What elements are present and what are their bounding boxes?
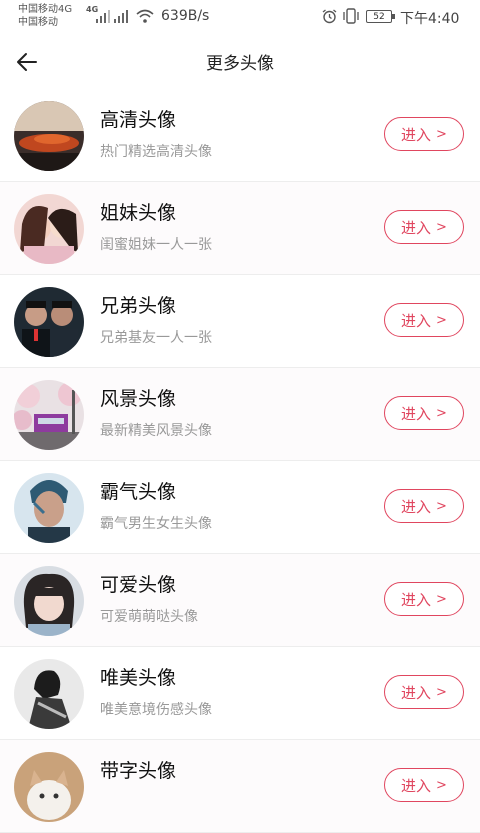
category-image — [14, 101, 84, 171]
category-name: 高清头像 — [100, 109, 177, 131]
chevron-right-icon: > — [436, 591, 447, 607]
enter-button[interactable]: 进入 > — [384, 582, 464, 616]
list-item[interactable]: 姐妹头像 闺蜜姐妹一人一张 进入 > — [0, 182, 480, 275]
enter-button-label: 进入 — [401, 683, 432, 702]
category-image — [14, 473, 84, 543]
enter-button-label: 进入 — [401, 125, 432, 144]
chevron-right-icon: > — [436, 684, 447, 700]
chevron-right-icon: > — [436, 498, 447, 514]
enter-button-label: 进入 — [401, 590, 432, 609]
list-item[interactable]: 唯美头像 唯美意境伤感头像 进入 > — [0, 647, 480, 740]
enter-button-label: 进入 — [401, 311, 432, 330]
list-item[interactable]: 高清头像 热门精选高清头像 进入 > — [0, 89, 480, 182]
category-description: 兄弟基友一人一张 — [100, 330, 212, 346]
avatar-category-list: 高清头像 热门精选高清头像 进入 > 姐妹头像 闺蜜姐妹一人一张 进入 > 兄弟头像… — [0, 89, 480, 833]
category-description: 闺蜜姐妹一人一张 — [100, 237, 212, 253]
chevron-right-icon: > — [436, 777, 447, 793]
network-speed: 639B/s — [161, 8, 210, 24]
category-name: 姐妹头像 — [100, 202, 177, 224]
enter-button-label: 进入 — [401, 404, 432, 423]
category-image — [14, 380, 84, 450]
alarm-icon — [322, 9, 337, 24]
category-name: 唯美头像 — [100, 667, 177, 689]
category-image — [14, 752, 84, 822]
category-image — [14, 659, 84, 729]
category-description: 唯美意境伤感头像 — [100, 702, 212, 718]
chevron-right-icon: > — [436, 219, 447, 235]
carrier-info: 中国移动4G 中国移动 — [18, 3, 72, 29]
status-time: 下午4:40 — [400, 11, 460, 27]
battery-icon: 52 — [366, 10, 395, 23]
enter-button-label: 进入 — [401, 497, 432, 516]
category-name: 霸气头像 — [100, 481, 177, 503]
category-description: 可爱萌萌哒头像 — [100, 609, 198, 625]
category-name: 带字头像 — [100, 760, 177, 782]
category-description: 最新精美风景头像 — [100, 423, 212, 439]
category-name: 可爱头像 — [100, 574, 177, 596]
status-bar: 中国移动4G 中国移动 4G 639B/s 52 下午4:40 — [0, 0, 480, 34]
category-name: 兄弟头像 — [100, 295, 177, 317]
enter-button-label: 进入 — [401, 218, 432, 237]
list-item[interactable]: 兄弟头像 兄弟基友一人一张 进入 > — [0, 275, 480, 368]
carrier-2: 中国移动 — [18, 17, 58, 28]
enter-button[interactable]: 进入 > — [384, 210, 464, 244]
list-item[interactable]: 风景头像 最新精美风景头像 进入 > — [0, 368, 480, 461]
category-name: 风景头像 — [100, 388, 177, 410]
enter-button[interactable]: 进入 > — [384, 489, 464, 523]
page-title: 更多头像 — [206, 54, 274, 74]
signal-icon — [96, 10, 110, 23]
enter-button[interactable]: 进入 > — [384, 768, 464, 802]
wifi-icon — [136, 9, 154, 23]
category-description: 霸气男生女生头像 — [100, 516, 212, 532]
chevron-right-icon: > — [436, 126, 447, 142]
category-description: 热门精选高清头像 — [100, 144, 212, 160]
chevron-right-icon: > — [436, 405, 447, 421]
chevron-right-icon: > — [436, 312, 447, 328]
category-image — [14, 194, 84, 264]
list-item[interactable]: 可爱头像 可爱萌萌哒头像 进入 > — [0, 554, 480, 647]
app-bar: 更多头像 — [0, 34, 480, 89]
carrier-1: 中国移动4G — [18, 4, 73, 15]
enter-button[interactable]: 进入 > — [384, 675, 464, 709]
enter-button[interactable]: 进入 > — [384, 303, 464, 337]
vibrate-icon — [343, 8, 359, 24]
enter-button-label: 进入 — [401, 776, 432, 795]
enter-button[interactable]: 进入 > — [384, 117, 464, 151]
category-image — [14, 566, 84, 636]
list-item[interactable]: 带字头像 进入 > — [0, 740, 480, 833]
signal-icon — [114, 10, 128, 23]
enter-button[interactable]: 进入 > — [384, 396, 464, 430]
list-item[interactable]: 霸气头像 霸气男生女生头像 进入 > — [0, 461, 480, 554]
category-image — [14, 287, 84, 357]
